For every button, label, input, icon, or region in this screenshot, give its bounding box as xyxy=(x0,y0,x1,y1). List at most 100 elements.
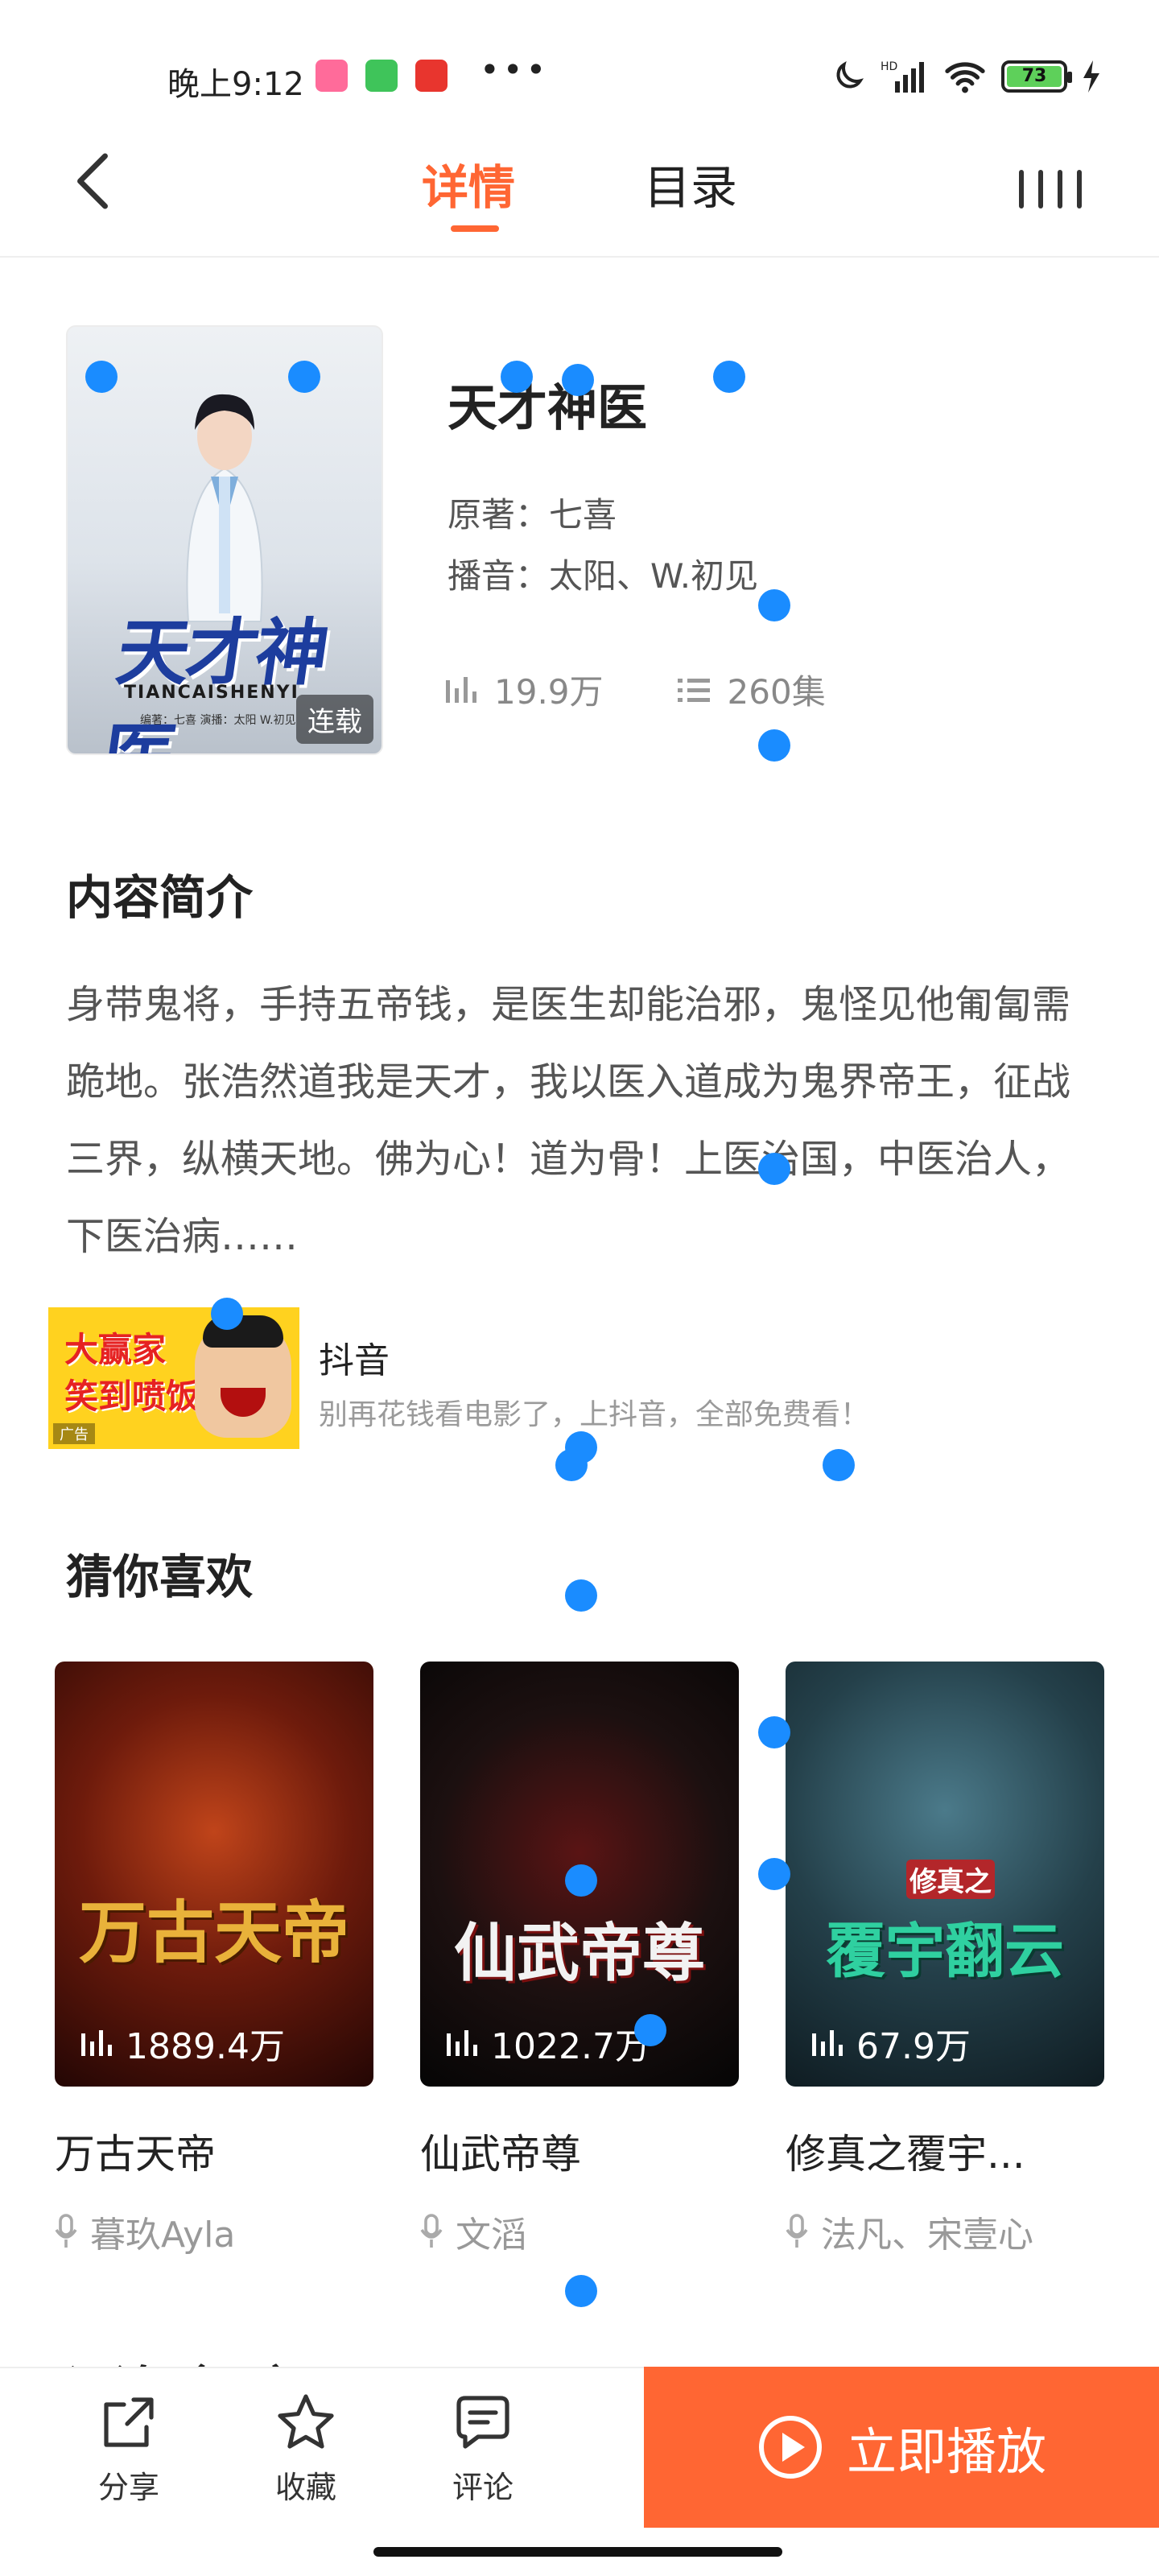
charging-icon xyxy=(1083,60,1099,93)
recommendation-title: 仙武帝尊 xyxy=(420,2131,581,2178)
play-count-icon xyxy=(447,2030,477,2056)
back-button[interactable] xyxy=(56,137,129,225)
recommendation-card[interactable]: 万古天帝 1889.4万 万古天帝 暮玖Ayla xyxy=(55,1662,373,2257)
serial-status-badge: 连载 xyxy=(296,695,373,744)
recommendation-plays-value: 1889.4万 xyxy=(126,2026,285,2067)
cover-title-art: 覆宇翻云 xyxy=(826,1917,1064,1986)
recommendation-plays: 1889.4万 xyxy=(79,2017,285,2069)
recommendation-narrator-name: 文滔 xyxy=(456,2215,526,2256)
cover-credits: 编著：七喜 演播：太阳 W.初见 xyxy=(140,714,296,727)
touch-indicator-dot xyxy=(713,361,745,393)
touch-indicator-dot xyxy=(288,361,320,393)
touch-indicator-dot xyxy=(565,1864,597,1897)
ad-title: 抖音 xyxy=(319,1340,390,1381)
recommendation-title: 修真之覆宇... xyxy=(786,2131,1025,2178)
play-count-icon xyxy=(446,676,476,703)
list-icon xyxy=(677,678,710,702)
star-icon xyxy=(278,2393,334,2449)
touch-indicator-dot xyxy=(562,364,594,396)
book-title: 天才神医 xyxy=(448,378,648,437)
wifi-icon xyxy=(945,62,985,93)
microphone-icon xyxy=(55,2214,77,2248)
system-indicators: HD 73 xyxy=(831,56,1101,97)
play-circle-icon xyxy=(758,2416,822,2479)
menu-button[interactable] xyxy=(1014,161,1087,217)
share-label: 分享 xyxy=(97,2469,159,2505)
moon-icon xyxy=(836,60,864,89)
app-notification-icon xyxy=(365,60,398,92)
play-now-button[interactable]: 立即播放 xyxy=(644,2367,1159,2528)
microphone-icon xyxy=(420,2214,443,2248)
cellular-signal-icon: HD xyxy=(881,60,924,93)
recommendations-heading: 猜你喜欢 xyxy=(66,1550,254,1604)
play-count: 19.9万 xyxy=(444,665,604,714)
menu-bar-icon xyxy=(1077,170,1082,208)
ad-image-caption: 大赢家 笑到喷饭 xyxy=(64,1327,200,1420)
recommendation-narrator: 文滔 xyxy=(420,2206,739,2257)
recommendation-plays: 1022.7万 xyxy=(444,2017,650,2069)
share-button[interactable]: 分享 xyxy=(48,2368,209,2529)
ad-portrait xyxy=(195,1315,291,1438)
book-narrator: 播音：太阳、W.初见 xyxy=(448,556,759,596)
touch-indicator-dot xyxy=(634,2014,666,2046)
cover-pinyin: TIANCAISHENYI xyxy=(124,683,299,703)
microphone-icon xyxy=(786,2214,808,2248)
app-notification-icon xyxy=(415,60,448,92)
episode-count: 260集 xyxy=(676,665,826,714)
recommendation-card[interactable]: 仙武帝尊 1022.7万 仙武帝尊 文滔 xyxy=(420,1662,739,2257)
touch-indicator-dot xyxy=(501,361,533,393)
touch-indicator-dot xyxy=(758,1153,790,1185)
play-count-value: 19.9万 xyxy=(494,672,604,712)
chevron-left-icon xyxy=(77,153,108,209)
ad-image: 大赢家 笑到喷饭 广告 xyxy=(48,1307,299,1449)
cover-subtitle-art: 修真之 xyxy=(906,1860,995,1899)
menu-bar-icon xyxy=(1038,170,1043,208)
tab-detail[interactable]: 详情 xyxy=(422,135,515,232)
share-icon xyxy=(104,2396,154,2447)
battery-level: 73 xyxy=(1007,66,1062,87)
episode-count-value: 260集 xyxy=(727,672,826,712)
recommendation-title: 万古天帝 xyxy=(55,2131,216,2178)
comment-button[interactable]: 评论 xyxy=(402,2368,563,2529)
touch-indicator-dot xyxy=(758,589,790,621)
cover-title-art: 万古天帝 xyxy=(78,1893,349,1972)
comment-icon xyxy=(456,2395,509,2449)
battery-icon: 73 xyxy=(1001,60,1072,93)
active-tab-indicator xyxy=(451,225,499,232)
touch-indicator-dot xyxy=(211,1298,243,1330)
recommendation-narrator-name: 法凡、宋壹心 xyxy=(821,2215,1033,2256)
home-indicator[interactable] xyxy=(373,2547,782,2557)
play-count-icon xyxy=(81,2030,112,2056)
intro-heading: 内容简介 xyxy=(66,870,254,925)
recommendation-narrator: 法凡、宋壹心 xyxy=(786,2206,1104,2257)
tab-catalog[interactable]: 目录 xyxy=(644,135,737,232)
intro-text[interactable]: 身带鬼将，手持五帝钱，是医生却能治邪，鬼怪见他匍匐需跪地。张浩然道我是天才，我以… xyxy=(66,966,1104,1275)
recommendation-card[interactable]: 修真之 覆宇翻云 67.9万 修真之覆宇... 法凡、宋壹心 xyxy=(786,1662,1104,2257)
ad-banner[interactable]: 大赢家 笑到喷饭 广告 抖音 别再花钱看电影了，上抖音，全部免费看！ xyxy=(48,1307,1087,1449)
favorite-label: 收藏 xyxy=(274,2469,336,2505)
recommendation-narrator: 暮玖Ayla xyxy=(55,2206,373,2257)
touch-indicator-dot xyxy=(565,1579,597,1612)
ad-image-line: 笑到喷饭 xyxy=(64,1377,200,1416)
comment-label: 评论 xyxy=(452,2469,514,2505)
status-bar: 晚上9:12 ••• HD 73 xyxy=(0,0,1159,129)
touch-indicator-dot xyxy=(758,729,790,762)
ad-image-line: 大赢家 xyxy=(64,1330,167,1369)
app-notification-icon xyxy=(316,60,348,92)
touch-indicator-dot xyxy=(85,361,118,393)
cover-title-art: 仙武帝尊 xyxy=(453,1917,705,1990)
favorite-button[interactable]: 收藏 xyxy=(225,2368,386,2529)
touch-indicator-dot xyxy=(555,1449,588,1481)
touch-indicator-dot xyxy=(758,1716,790,1748)
network-type-label: HD xyxy=(881,60,897,73)
recommendation-cover: 修真之 覆宇翻云 67.9万 xyxy=(786,1662,1104,2087)
recommendation-narrator-name: 暮玖Ayla xyxy=(90,2215,236,2256)
play-now-label: 立即播放 xyxy=(846,2422,1046,2481)
recommendation-plays-value: 1022.7万 xyxy=(491,2026,650,2067)
book-cover[interactable]: 天才神医 TIANCAISHENYI 编著：七喜 演播：太阳 W.初见 连载 xyxy=(66,325,383,755)
ad-description: 别再花钱看电影了，上抖音，全部免费看！ xyxy=(319,1398,870,1431)
recommendation-plays: 67.9万 xyxy=(810,2017,971,2069)
touch-indicator-dot xyxy=(565,2275,597,2307)
recommendation-plays-value: 67.9万 xyxy=(856,2026,971,2067)
book-author: 原著：七喜 xyxy=(448,495,617,535)
